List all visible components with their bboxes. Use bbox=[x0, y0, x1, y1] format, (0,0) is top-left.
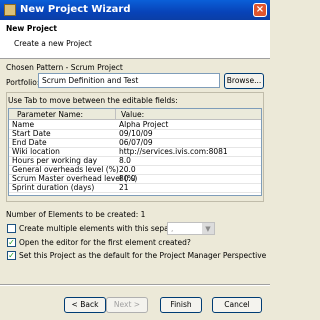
open-editor-label: Open the editor for the first element cr… bbox=[19, 238, 191, 247]
chosen-pattern-label: Chosen Pattern - Scrum Project bbox=[6, 63, 123, 72]
page-description: Create a new Project bbox=[14, 39, 92, 48]
parameter-name: Start Date bbox=[12, 129, 51, 138]
parameter-name: Name bbox=[12, 120, 35, 129]
parameter-value[interactable]: Alpha Project bbox=[119, 120, 168, 129]
parameter-name: General overheads level (%) bbox=[12, 165, 119, 174]
parameter-name: End Date bbox=[12, 138, 47, 147]
parameter-name: Hours per working day bbox=[12, 156, 98, 165]
portfolio-field[interactable]: Scrum Definition and Test bbox=[38, 73, 220, 88]
finish-button[interactable]: Finish bbox=[160, 297, 202, 313]
parameter-name: Sprint duration (days) bbox=[12, 183, 95, 192]
portfolio-label: Portfolio: bbox=[6, 78, 40, 87]
elements-count: Number of Elements to be created: 1 bbox=[6, 210, 146, 219]
footer-separator bbox=[0, 284, 270, 286]
parameter-value[interactable]: 09/10/09 bbox=[119, 129, 153, 138]
open-editor-checkbox[interactable]: ✓ bbox=[7, 238, 16, 247]
parameter-value[interactable]: 20.0 bbox=[119, 165, 136, 174]
column-divider[interactable] bbox=[115, 109, 116, 119]
wizard-window: New Project Wizard × New Project Create … bbox=[0, 0, 270, 320]
create-multiple-label: Create multiple elements with this separ… bbox=[19, 224, 190, 233]
chevron-down-icon[interactable]: ▼ bbox=[202, 223, 214, 234]
window-title: New Project Wizard bbox=[20, 4, 131, 15]
separator-value: , bbox=[171, 224, 174, 233]
next-button[interactable]: Next > bbox=[106, 297, 148, 313]
parameter-value[interactable]: 80.0 bbox=[119, 174, 136, 183]
set-default-label: Set this Project as the default for the … bbox=[19, 251, 267, 260]
close-icon[interactable]: × bbox=[253, 3, 267, 17]
cancel-button[interactable]: Cancel bbox=[212, 297, 262, 313]
column-header-value[interactable]: Value: bbox=[121, 110, 144, 119]
title-bar[interactable]: New Project Wizard × bbox=[0, 0, 270, 20]
app-icon bbox=[4, 4, 16, 16]
wizard-header: New Project Create a new Project bbox=[0, 20, 270, 59]
set-default-checkbox[interactable]: ✓ bbox=[7, 251, 16, 260]
parameter-name: Wiki location bbox=[12, 147, 60, 156]
parameters-table[interactable]: Parameter Name: Value: Name Alpha Projec… bbox=[8, 108, 262, 196]
table-row[interactable]: Sprint duration (days) 21 bbox=[9, 183, 261, 193]
fields-instruction: Use Tab to move between the editable fie… bbox=[8, 96, 178, 105]
separator-dropdown[interactable]: , ▼ bbox=[167, 222, 215, 235]
create-multiple-checkbox[interactable] bbox=[7, 224, 16, 233]
browse-button[interactable]: Browse... bbox=[224, 73, 264, 89]
table-header: Parameter Name: Value: bbox=[9, 109, 261, 120]
back-button[interactable]: < Back bbox=[64, 297, 106, 313]
page-title: New Project bbox=[6, 24, 57, 33]
column-header-parameter[interactable]: Parameter Name: bbox=[17, 110, 83, 119]
parameter-value[interactable]: 21 bbox=[119, 183, 129, 192]
parameter-value[interactable]: 06/07/09 bbox=[119, 138, 153, 147]
parameter-value[interactable]: 8.0 bbox=[119, 156, 131, 165]
parameter-value[interactable]: http://services.ivis.com:8081 bbox=[119, 147, 228, 156]
